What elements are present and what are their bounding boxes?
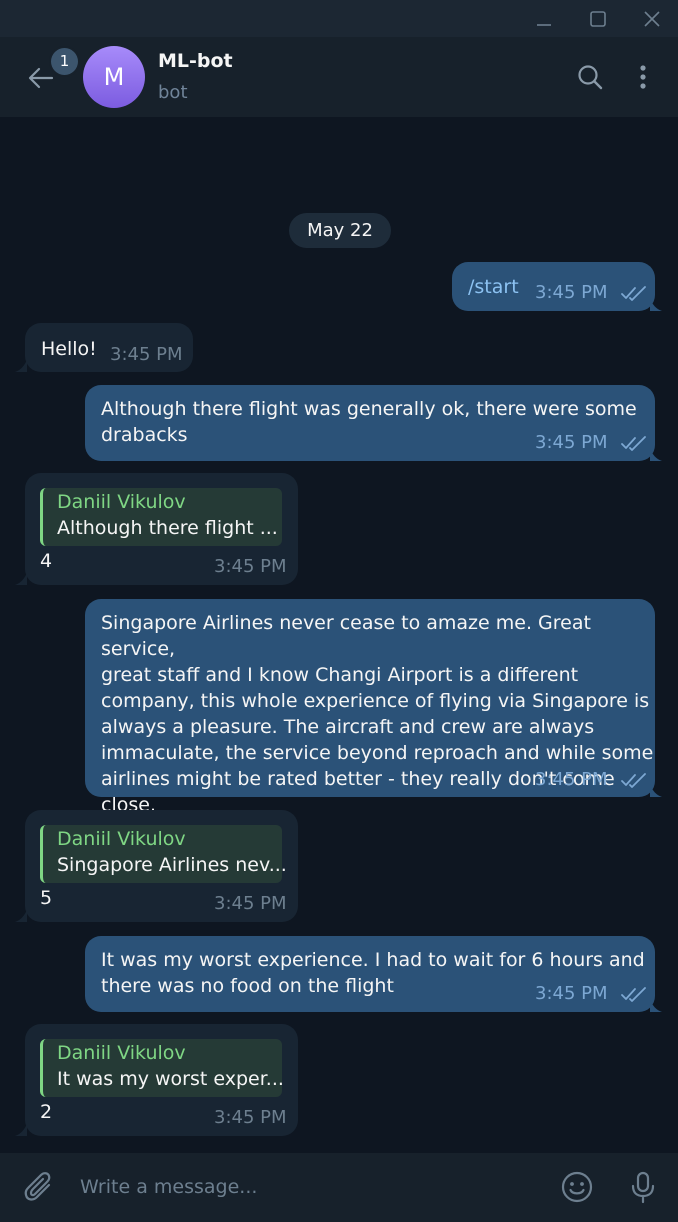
reply-snippet: Although there flight ... (57, 517, 278, 539)
message-time: 3:45 PM (214, 556, 287, 577)
bubble-tail (650, 1000, 662, 1012)
message-text[interactable]: Hello! (41, 336, 97, 362)
bubble-tail (650, 299, 662, 311)
date-separator: May 22 (289, 213, 391, 248)
outgoing-message[interactable]: Although there flight was generally ok, … (85, 385, 655, 461)
message-composer (0, 1153, 678, 1222)
bubble-tail (15, 360, 27, 372)
message-text[interactable]: 2 (40, 1101, 52, 1123)
double-check-icon (620, 986, 648, 1002)
double-check-icon (620, 772, 648, 788)
message-time: 3:45 PM (535, 282, 608, 303)
message-text[interactable]: /start (468, 274, 519, 300)
double-check-icon (620, 285, 648, 301)
reply-quote[interactable]: Daniil Vikulov Singapore Airlines nev... (40, 825, 287, 883)
outgoing-message[interactable]: Singapore Airlines never cease to amaze … (85, 599, 655, 816)
incoming-reply-message[interactable]: Daniil Vikulov Singapore Airlines nev...… (25, 810, 298, 922)
more-vertical-icon[interactable] (628, 62, 658, 92)
bubble-tail (15, 573, 27, 585)
bubble-tail (15, 910, 27, 922)
bubble-tail (650, 785, 662, 797)
message-time: 3:45 PM (535, 769, 608, 790)
incoming-message[interactable]: Hello! 3:45 PM (25, 323, 193, 372)
outgoing-message[interactable]: /start 3:45 PM (452, 262, 655, 311)
chat-status: bot (158, 82, 188, 103)
reply-snippet: It was my worst exper... (57, 1068, 284, 1090)
message-time: 3:45 PM (535, 983, 608, 1004)
emoji-icon[interactable] (560, 1170, 594, 1204)
outgoing-message[interactable]: It was my worst experience. I had to wai… (85, 936, 655, 1012)
reply-snippet: Singapore Airlines nev... (57, 854, 287, 876)
message-time: 3:45 PM (214, 893, 287, 914)
reply-author: Daniil Vikulov (57, 828, 186, 850)
close-icon[interactable] (641, 8, 663, 30)
unread-badge: 1 (51, 48, 78, 75)
incoming-reply-message[interactable]: Daniil Vikulov Although there flight ...… (25, 473, 298, 585)
incoming-reply-message[interactable]: Daniil Vikulov It was my worst exper... … (25, 1024, 298, 1136)
minimize-icon[interactable] (533, 8, 555, 30)
message-text[interactable]: 4 (40, 550, 52, 572)
message-input[interactable] (80, 1173, 540, 1201)
search-icon[interactable] (575, 62, 605, 92)
paperclip-icon[interactable] (22, 1170, 56, 1204)
message-text[interactable]: 5 (40, 887, 52, 909)
bubble-tail (650, 449, 662, 461)
double-check-icon (620, 435, 648, 451)
message-time: 3:45 PM (535, 432, 608, 453)
bubble-tail (15, 1124, 27, 1136)
reply-quote[interactable]: Daniil Vikulov It was my worst exper... (40, 1039, 284, 1097)
maximize-icon[interactable] (587, 8, 609, 30)
avatar[interactable]: M (83, 46, 145, 108)
message-time: 3:45 PM (110, 344, 183, 365)
reply-quote[interactable]: Daniil Vikulov Although there flight ... (40, 488, 282, 546)
reply-author: Daniil Vikulov (57, 1042, 186, 1064)
message-time: 3:45 PM (214, 1107, 287, 1128)
chat-title[interactable]: ML-bot (158, 50, 233, 72)
window-titlebar (0, 0, 678, 37)
microphone-icon[interactable] (626, 1170, 660, 1204)
reply-author: Daniil Vikulov (57, 491, 186, 513)
chat-header: 1 M ML-bot bot (0, 37, 678, 117)
